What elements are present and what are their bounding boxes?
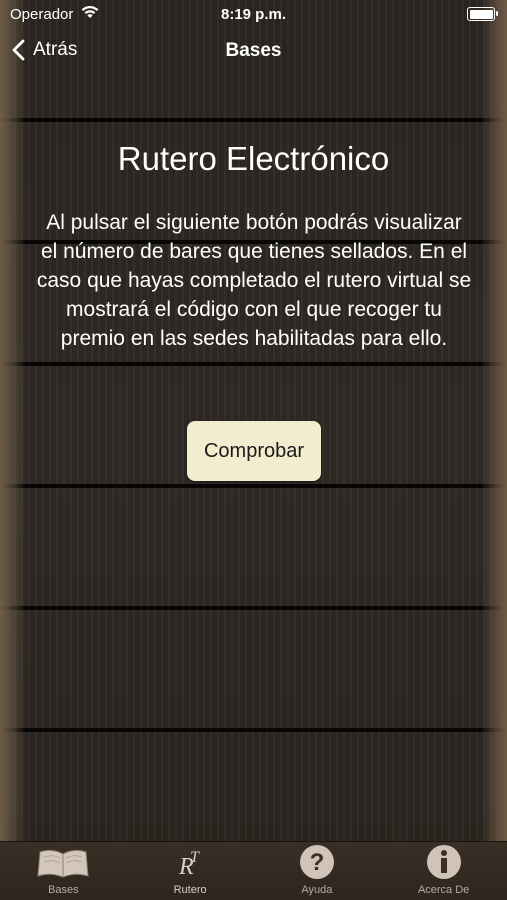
info-icon (426, 845, 461, 879)
rutero-logo-icon: R T (178, 849, 200, 880)
tab-label: Bases (48, 884, 79, 896)
tab-rutero[interactable]: R T Rutero (127, 842, 254, 900)
section-heading: Rutero Electrónico (117, 140, 390, 177)
description-text: Al pulsar el siguiente botón podrás visu… (36, 211, 472, 350)
check-button[interactable]: Comprobar (187, 421, 321, 481)
battery-icon (467, 7, 498, 21)
clock: 8:19 p.m. (220, 6, 287, 23)
navigation-bar: Atrás Bases (0, 30, 507, 74)
svg-text:?: ? (310, 849, 325, 876)
tab-ayuda[interactable]: ? Ayuda (254, 842, 381, 900)
svg-text:T: T (190, 849, 200, 866)
book-icon (37, 849, 89, 878)
tab-bases[interactable]: Bases (0, 842, 127, 900)
tab-label: Rutero (173, 884, 207, 896)
tab-acerca-de[interactable]: Acerca De (380, 842, 507, 900)
page-title: Bases (225, 40, 282, 61)
tab-bar: Bases R T Rutero ? Ayuda Acerca De (0, 841, 507, 900)
status-bar: Operador 8:19 p.m. (0, 0, 507, 30)
question-icon: ? (299, 845, 334, 879)
tab-label: Ayuda (301, 884, 333, 896)
tab-label: Acerca De (417, 884, 470, 896)
